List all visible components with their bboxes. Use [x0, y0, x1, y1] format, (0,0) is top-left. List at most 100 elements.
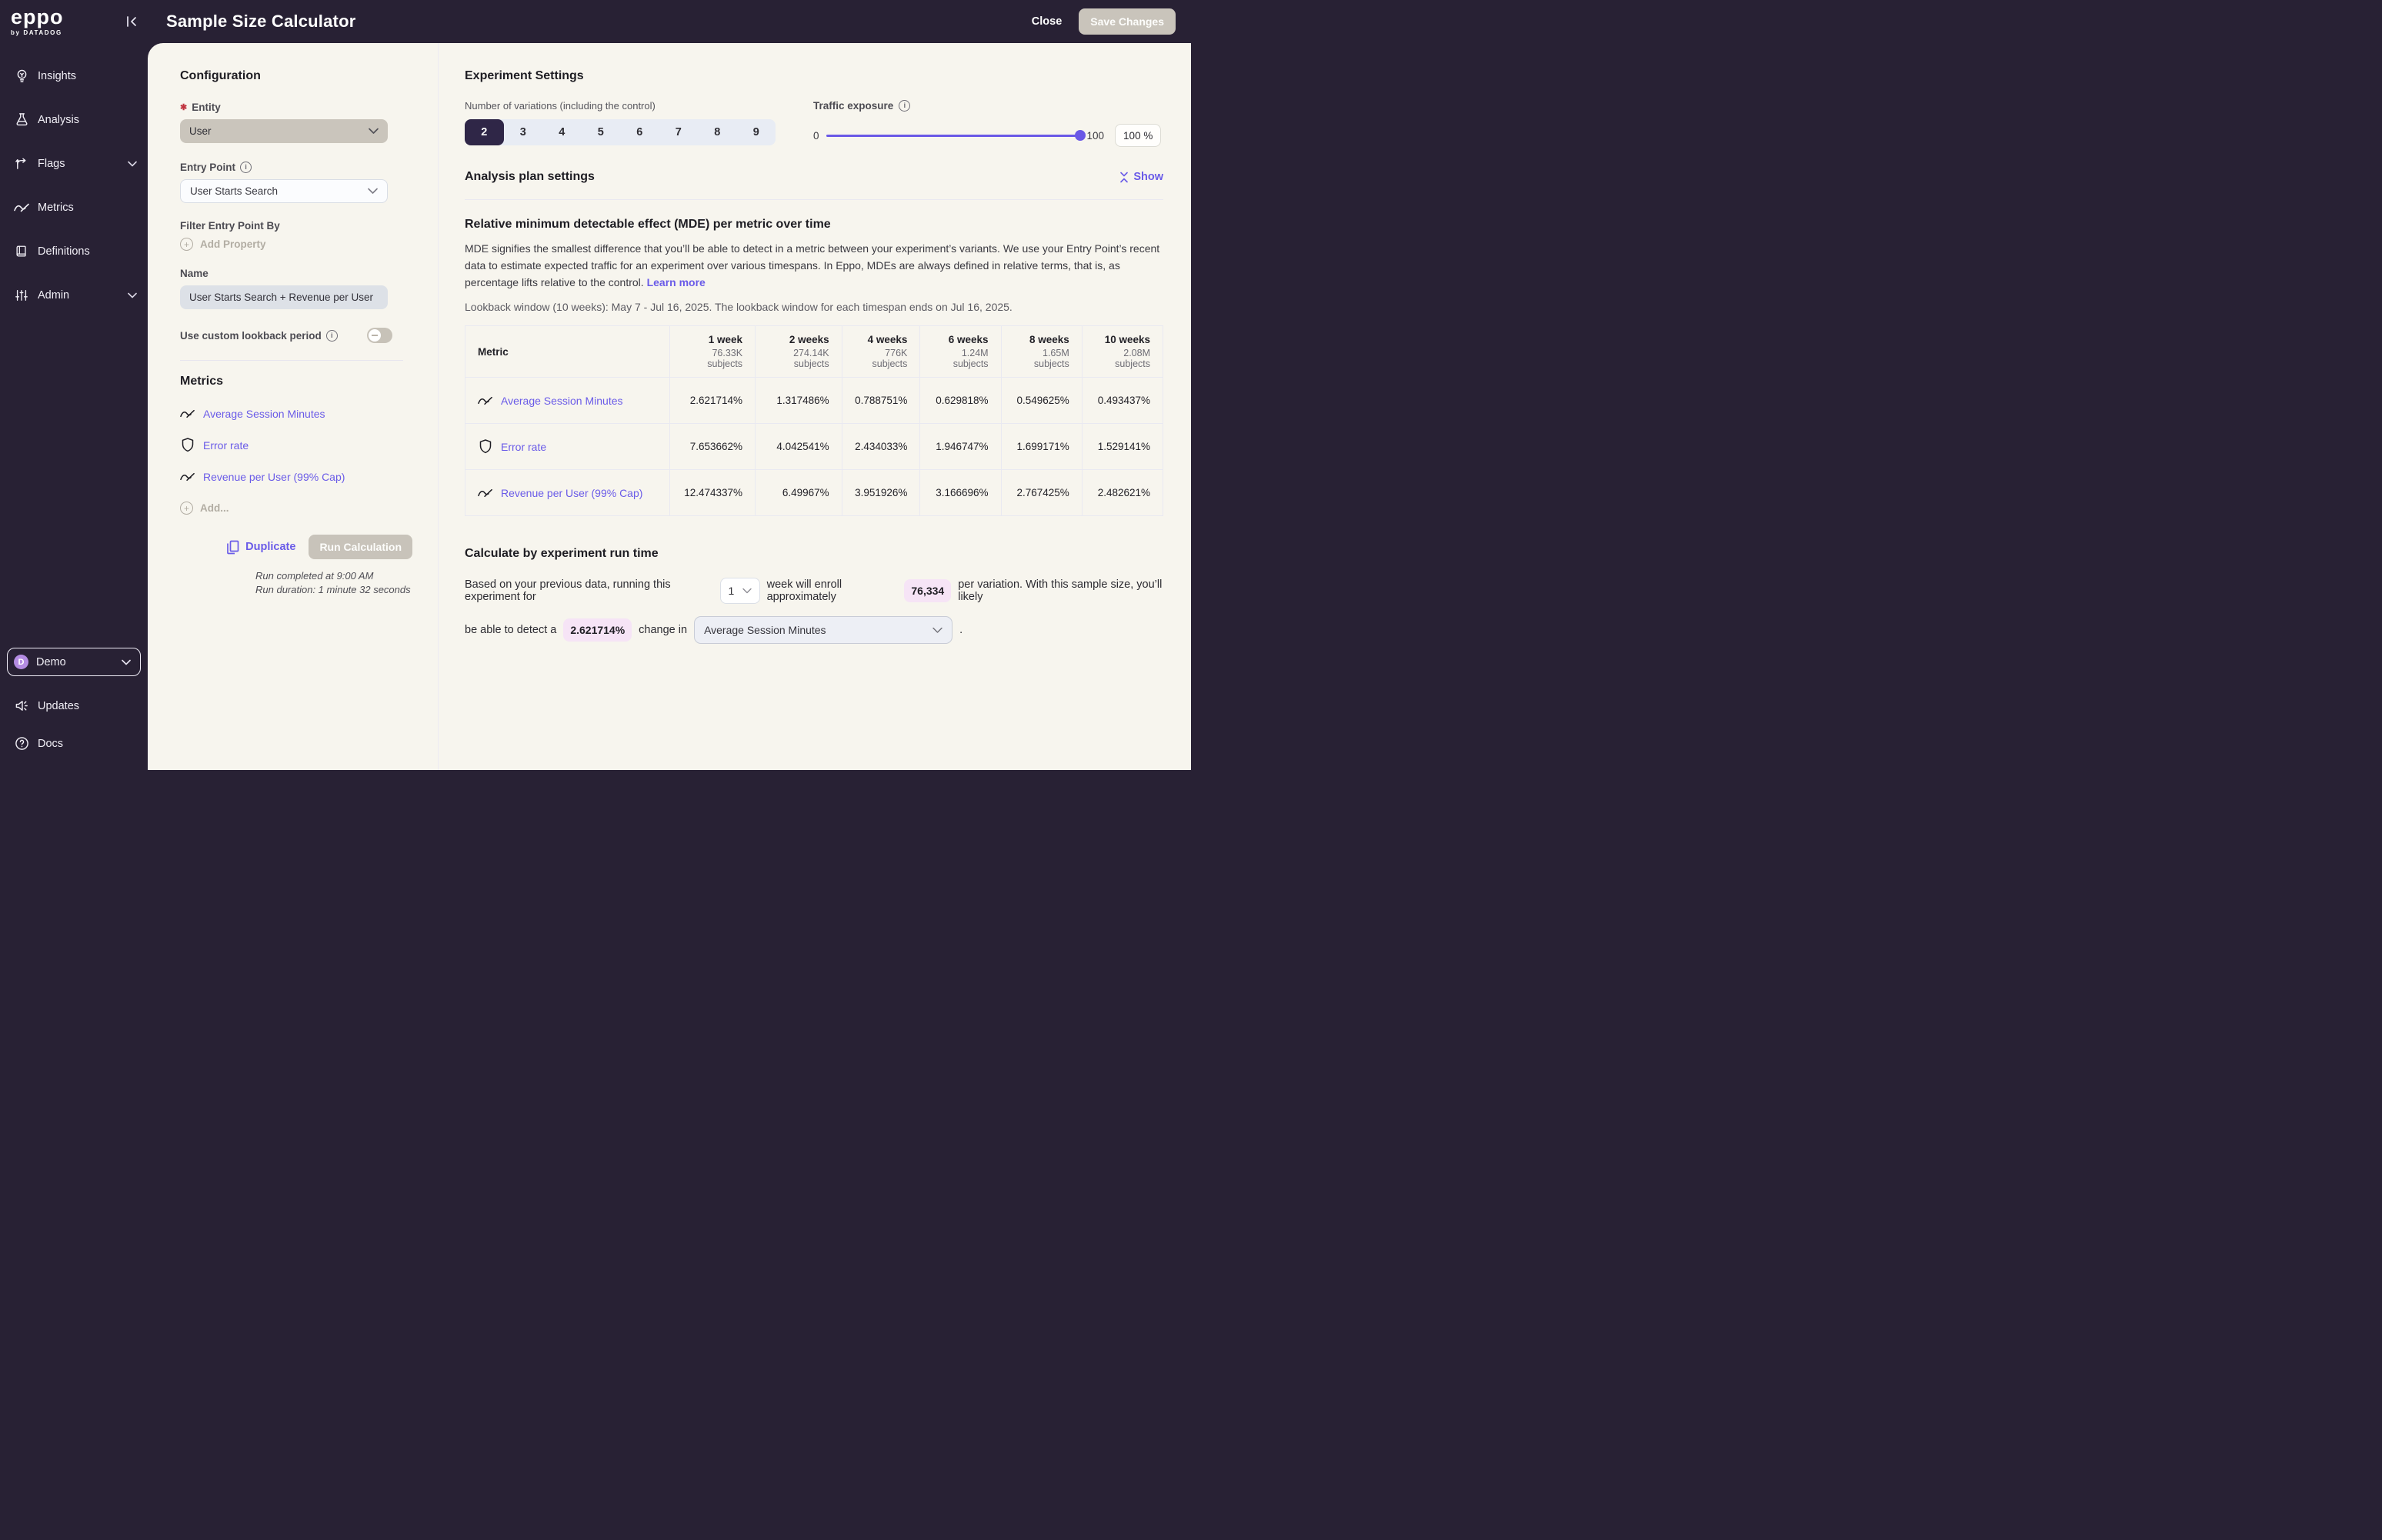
metric-line-icon	[13, 202, 30, 213]
workspace-name: Demo	[36, 656, 66, 668]
column-header: 1 week76.33K subjects	[670, 326, 756, 378]
sentence-text: Based on your previous data, running thi…	[465, 578, 713, 603]
book-icon	[13, 245, 30, 258]
collapse-sidebar-icon[interactable]	[122, 12, 142, 32]
sidebar-item-definitions[interactable]: Definitions	[0, 229, 148, 273]
sidebar-item-flags[interactable]: Flags	[0, 142, 148, 185]
megaphone-icon	[13, 698, 30, 713]
sliders-icon	[13, 288, 30, 302]
required-asterisk: ✱	[180, 102, 187, 112]
learn-more-link[interactable]: Learn more	[647, 276, 706, 288]
entity-select[interactable]: User	[180, 119, 388, 143]
sidebar-item-updates[interactable]: Updates	[0, 687, 148, 725]
custom-lookback-toggle[interactable]	[367, 328, 392, 343]
page-title: Sample Size Calculator	[166, 12, 356, 32]
main-area: Experiment Settings Number of variations…	[439, 43, 1191, 770]
mde-value-cell: 0.629818%	[920, 378, 1001, 424]
metric-line-icon	[180, 471, 195, 482]
close-button[interactable]: Close	[1032, 15, 1063, 28]
info-icon[interactable]: i	[326, 330, 338, 342]
list-item: Revenue per User (99% Cap)	[180, 461, 412, 492]
entry-point-value: User Starts Search	[190, 185, 278, 197]
sidebar-item-admin[interactable]: Admin	[0, 273, 148, 317]
info-icon[interactable]: i	[240, 162, 252, 173]
metric-link[interactable]: Average Session Minutes	[203, 408, 325, 420]
variation-option-3[interactable]: 3	[504, 119, 543, 145]
entry-point-select[interactable]: User Starts Search	[180, 179, 388, 203]
sentence-text: change in	[639, 624, 687, 636]
variation-option-6[interactable]: 6	[620, 119, 659, 145]
chevron-down-icon	[128, 292, 137, 298]
runtime-section: Calculate by experiment run time Based o…	[465, 547, 1163, 644]
sentence-text: per variation. With this sample size, yo…	[958, 578, 1163, 603]
traffic-exposure-label: Traffic exposure i	[813, 100, 1163, 112]
workspace-switcher[interactable]: D Demo	[7, 648, 141, 676]
mde-value-cell: 1.529141%	[1082, 424, 1163, 470]
sidebar-item-insights[interactable]: Insights	[0, 54, 148, 98]
top-bar: eppo by DATADOG Sample Size Calculator C…	[0, 0, 1191, 43]
column-header: 6 weeks1.24M subjects	[920, 326, 1001, 378]
metric-link[interactable]: Error rate	[501, 441, 546, 453]
metric-link[interactable]: Error rate	[203, 439, 249, 452]
metric-link[interactable]: Revenue per User (99% Cap)	[203, 471, 345, 483]
column-header: 4 weeks776K subjects	[842, 326, 920, 378]
variation-option-2[interactable]: 2	[465, 119, 504, 145]
sidebar-item-label: Docs	[38, 738, 63, 750]
metric-link[interactable]: Revenue per User (99% Cap)	[501, 487, 642, 499]
add-property-button[interactable]: + Add Property	[180, 238, 412, 251]
variation-option-4[interactable]: 4	[542, 119, 582, 145]
info-icon[interactable]: i	[899, 100, 910, 112]
lookback-window-note: Lookback window (10 weeks): May 7 - Jul …	[465, 301, 1163, 313]
save-changes-button[interactable]: Save Changes	[1079, 8, 1176, 35]
mde-value-cell: 3.166696%	[920, 470, 1001, 516]
metrics-heading: Metrics	[180, 375, 412, 388]
name-value: User Starts Search + Revenue per User	[189, 292, 373, 303]
show-analysis-plan-link[interactable]: Show	[1119, 171, 1163, 183]
variation-option-5[interactable]: 5	[582, 119, 621, 145]
runtime-metric-select[interactable]: Average Session Minutes	[694, 616, 952, 644]
slider-min-label: 0	[813, 130, 819, 142]
mde-value-cell: 0.788751%	[842, 378, 920, 424]
traffic-exposure-block: Traffic exposure i 0 100 100 %	[813, 100, 1163, 147]
sidebar-item-metrics[interactable]: Metrics	[0, 185, 148, 229]
divider	[180, 360, 403, 361]
run-calculation-button[interactable]: Run Calculation	[309, 535, 412, 559]
sidebar-item-label: Analysis	[38, 114, 79, 126]
chevron-down-icon	[128, 161, 137, 167]
custom-lookback-label: Use custom lookback period i	[180, 330, 338, 342]
help-circle-icon	[13, 736, 30, 751]
sidebar-item-analysis[interactable]: Analysis	[0, 98, 148, 142]
run-status: Run completed at 9:00 AM Run duration: 1…	[255, 569, 412, 596]
mde-value-cell: 0.549625%	[1001, 378, 1082, 424]
traffic-exposure-value[interactable]: 100 %	[1115, 124, 1161, 147]
traffic-exposure-slider[interactable]	[826, 135, 1080, 137]
mde-value-cell: 1.699171%	[1001, 424, 1082, 470]
variation-option-9[interactable]: 9	[737, 119, 776, 145]
sidebar-item-docs[interactable]: Docs	[0, 725, 148, 762]
weeks-value: 1	[729, 585, 735, 597]
duplicate-button[interactable]: Duplicate	[226, 540, 295, 555]
config-actions: Duplicate Run Calculation	[180, 535, 412, 559]
entity-value: User	[189, 125, 212, 137]
lightbulb-icon	[13, 68, 30, 83]
mde-value-cell: 2.621714%	[670, 378, 756, 424]
metric-link[interactable]: Average Session Minutes	[501, 395, 623, 407]
run-completed-text: Run completed at 9:00 AM	[255, 569, 412, 583]
mde-value-cell: 7.653662%	[670, 424, 756, 470]
mde-value-cell: 1.946747%	[920, 424, 1001, 470]
slider-handle[interactable]	[1075, 130, 1086, 141]
mde-description: MDE signifies the smallest difference th…	[465, 241, 1163, 291]
variation-option-7[interactable]: 7	[659, 119, 699, 145]
sentence-text: week will enroll approximately	[767, 578, 898, 603]
chevron-down-icon	[742, 588, 752, 594]
sidebar-footer: D Demo Updates Docs	[0, 648, 148, 770]
mde-value-cell: 12.474337%	[670, 470, 756, 516]
sentence-text: be able to detect a	[465, 624, 556, 636]
runtime-sentence-line1: Based on your previous data, running thi…	[465, 578, 1163, 604]
chevron-down-icon	[368, 188, 378, 195]
weeks-select[interactable]: 1	[720, 578, 760, 604]
variation-option-8[interactable]: 8	[698, 119, 737, 145]
custom-lookback-row: Use custom lookback period i	[180, 328, 392, 343]
add-metric-button[interactable]: + Add...	[180, 492, 412, 524]
name-input[interactable]: User Starts Search + Revenue per User	[180, 285, 388, 309]
